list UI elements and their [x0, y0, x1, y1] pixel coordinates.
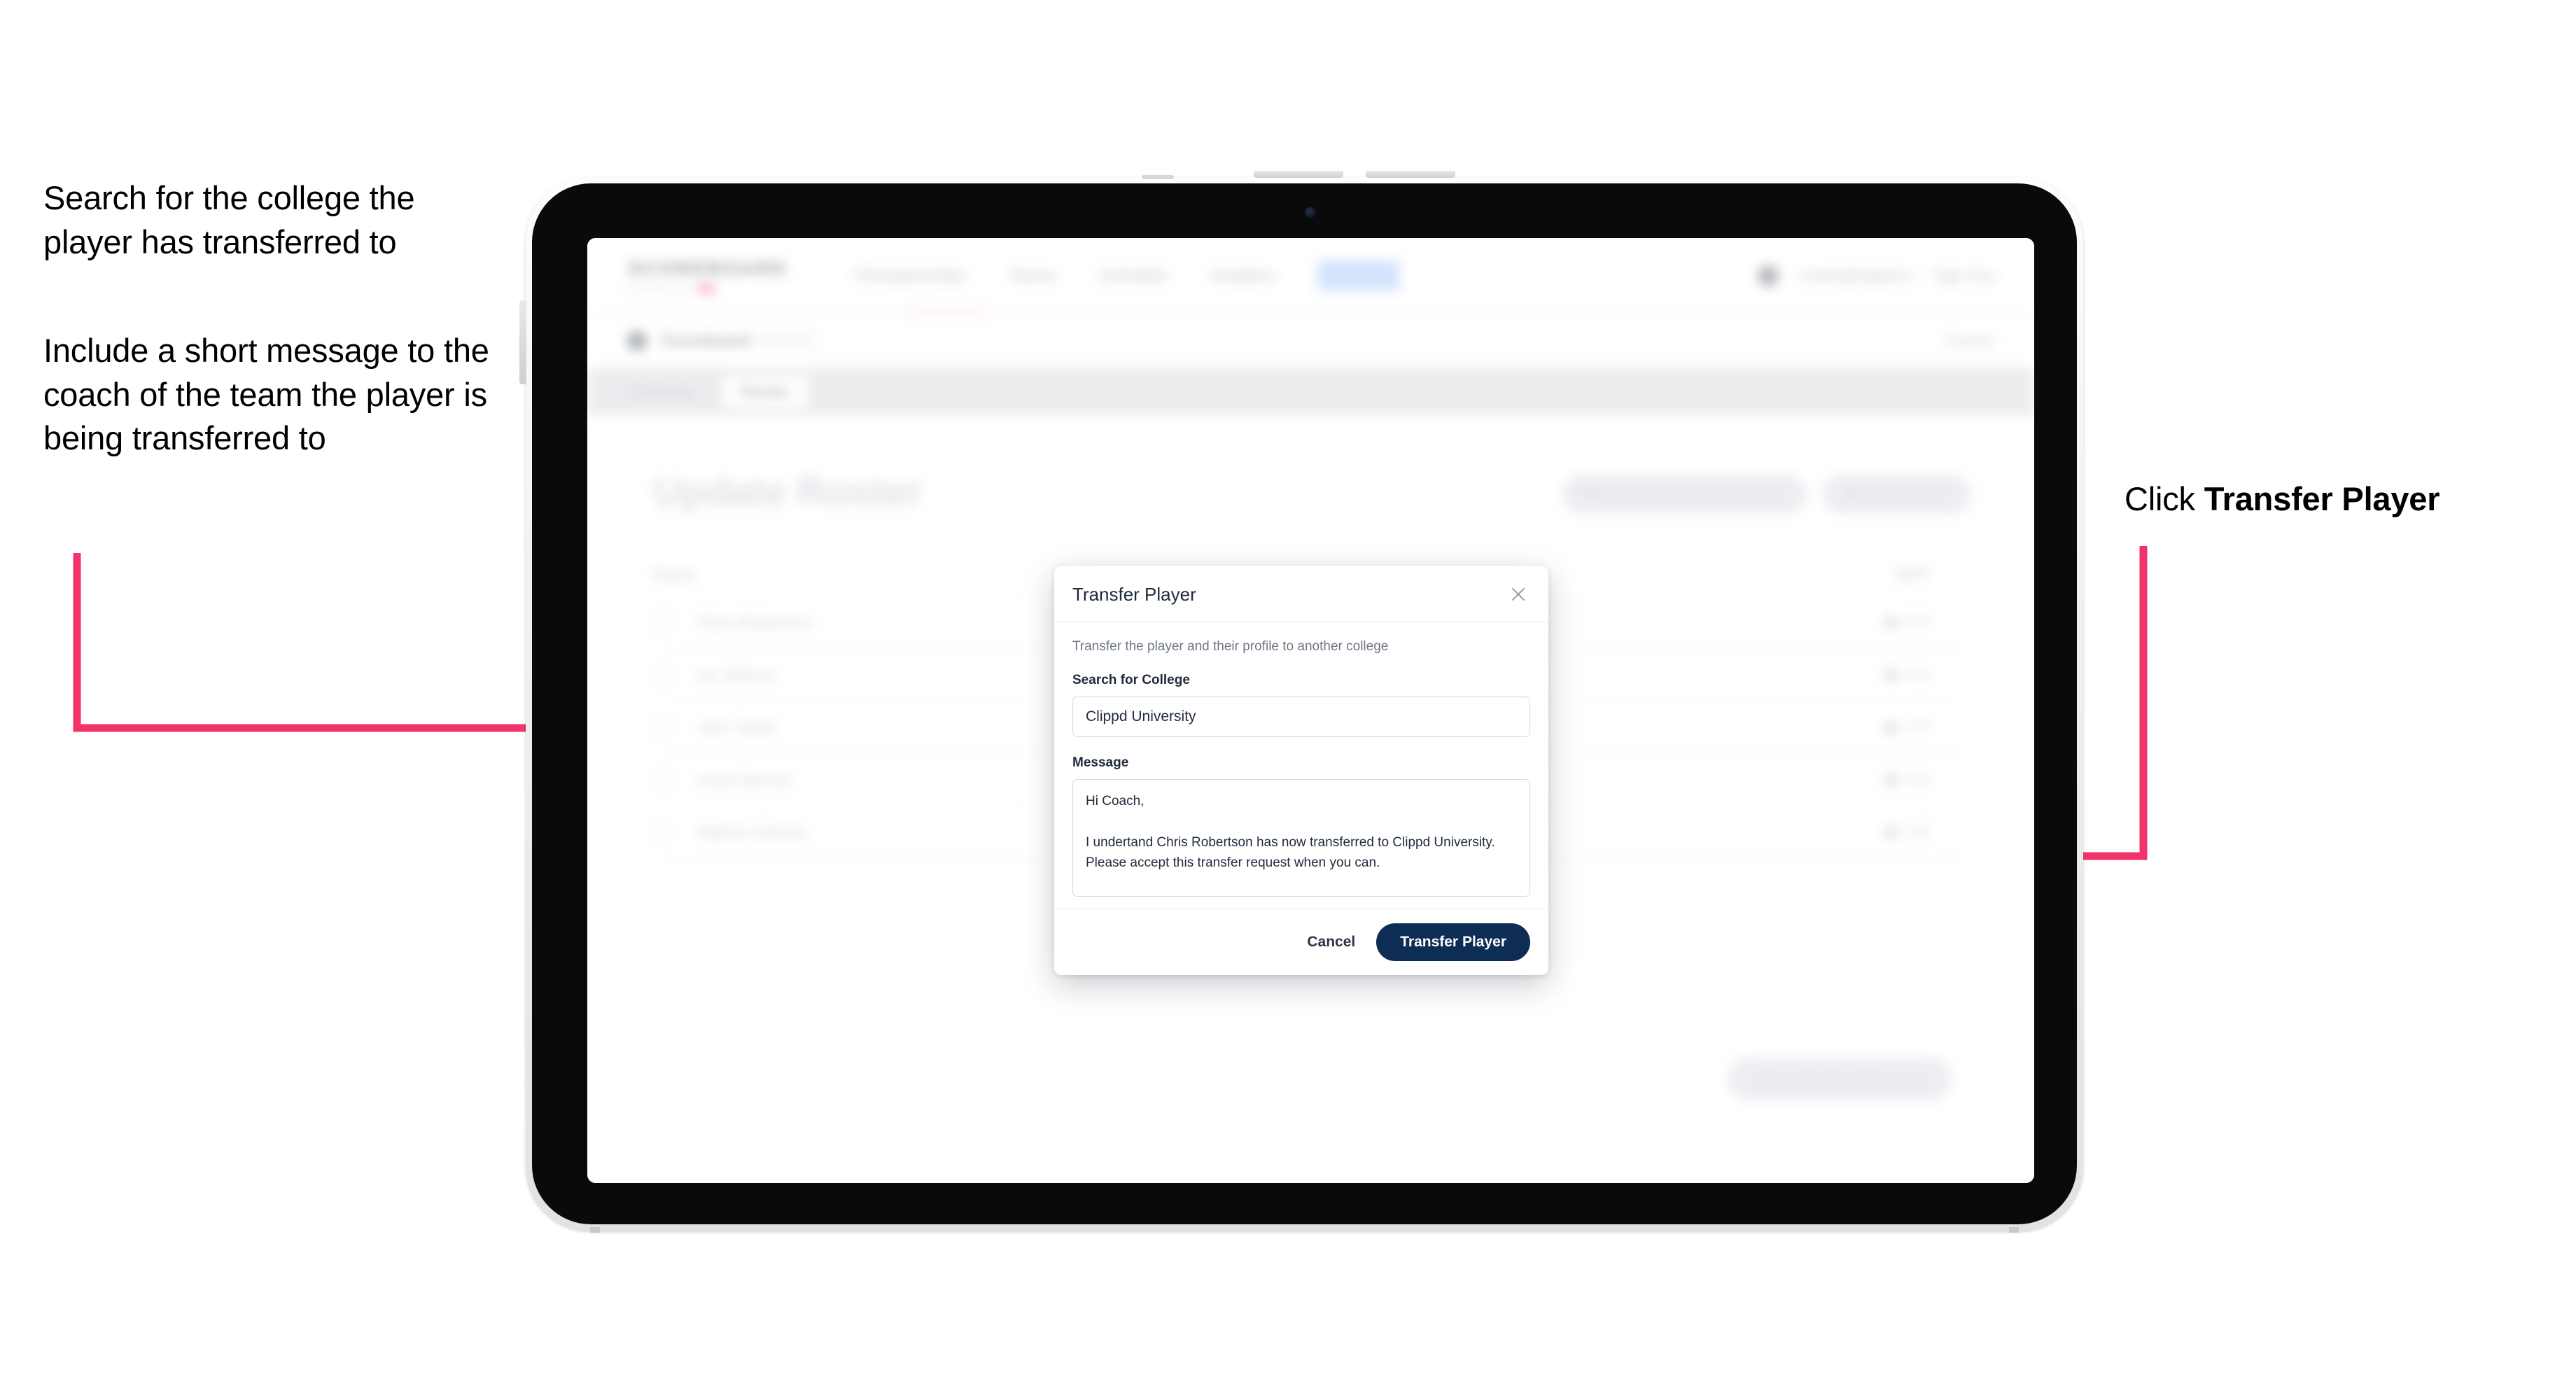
antenna-line — [1142, 175, 1174, 179]
annotation-search-college: Search for the college the player has tr… — [43, 179, 415, 260]
transfer-player-submit-button[interactable]: Transfer Player — [1376, 923, 1530, 961]
annotation-click-target: Transfer Player — [2204, 480, 2440, 517]
power-button[interactable] — [519, 300, 526, 384]
volume-down-button[interactable] — [1366, 171, 1455, 178]
front-camera-icon — [1305, 207, 1316, 218]
screenshot-canvas: Search for the college the player has tr… — [0, 0, 2576, 1386]
modal-body: Transfer the player and their profile to… — [1054, 622, 1548, 909]
college-field-label: Search for College — [1072, 673, 1190, 687]
modal-header: Transfer Player — [1054, 566, 1548, 622]
search-college-input[interactable] — [1072, 696, 1530, 737]
annotation-click-prefix: Click — [2124, 480, 2204, 517]
annotation-include-message: Include a short message to the coach of … — [43, 332, 489, 456]
annotation-click-transfer-player: Click Transfer Player — [2124, 477, 2558, 522]
volume-up-button[interactable] — [1254, 171, 1343, 178]
close-icon[interactable] — [1506, 582, 1530, 606]
message-field-label: Message — [1072, 755, 1129, 770]
modal-footer: Cancel Transfer Player — [1054, 909, 1548, 975]
tablet-bezel: SCOREBOARD POWERED BY Championships Team… — [532, 183, 2077, 1224]
app-window: SCOREBOARD POWERED BY Championships Team… — [587, 238, 2034, 1183]
tablet-device-frame: SCOREBOARD POWERED BY Championships Team… — [519, 171, 2083, 1233]
college-field-group: Search for College — [1072, 673, 1530, 737]
modal-title: Transfer Player — [1072, 583, 1196, 605]
transfer-player-modal: Transfer Player Transfer the player and … — [1054, 566, 1548, 975]
tablet-screen: SCOREBOARD POWERED BY Championships Team… — [587, 238, 2034, 1183]
message-textarea[interactable] — [1072, 779, 1530, 897]
modal-description: Transfer the player and their profile to… — [1072, 639, 1389, 654]
frame-accent-left — [590, 1227, 600, 1233]
message-field-group: Message — [1072, 755, 1530, 900]
frame-accent-right — [2009, 1227, 2019, 1233]
cancel-button[interactable]: Cancel — [1304, 928, 1358, 956]
